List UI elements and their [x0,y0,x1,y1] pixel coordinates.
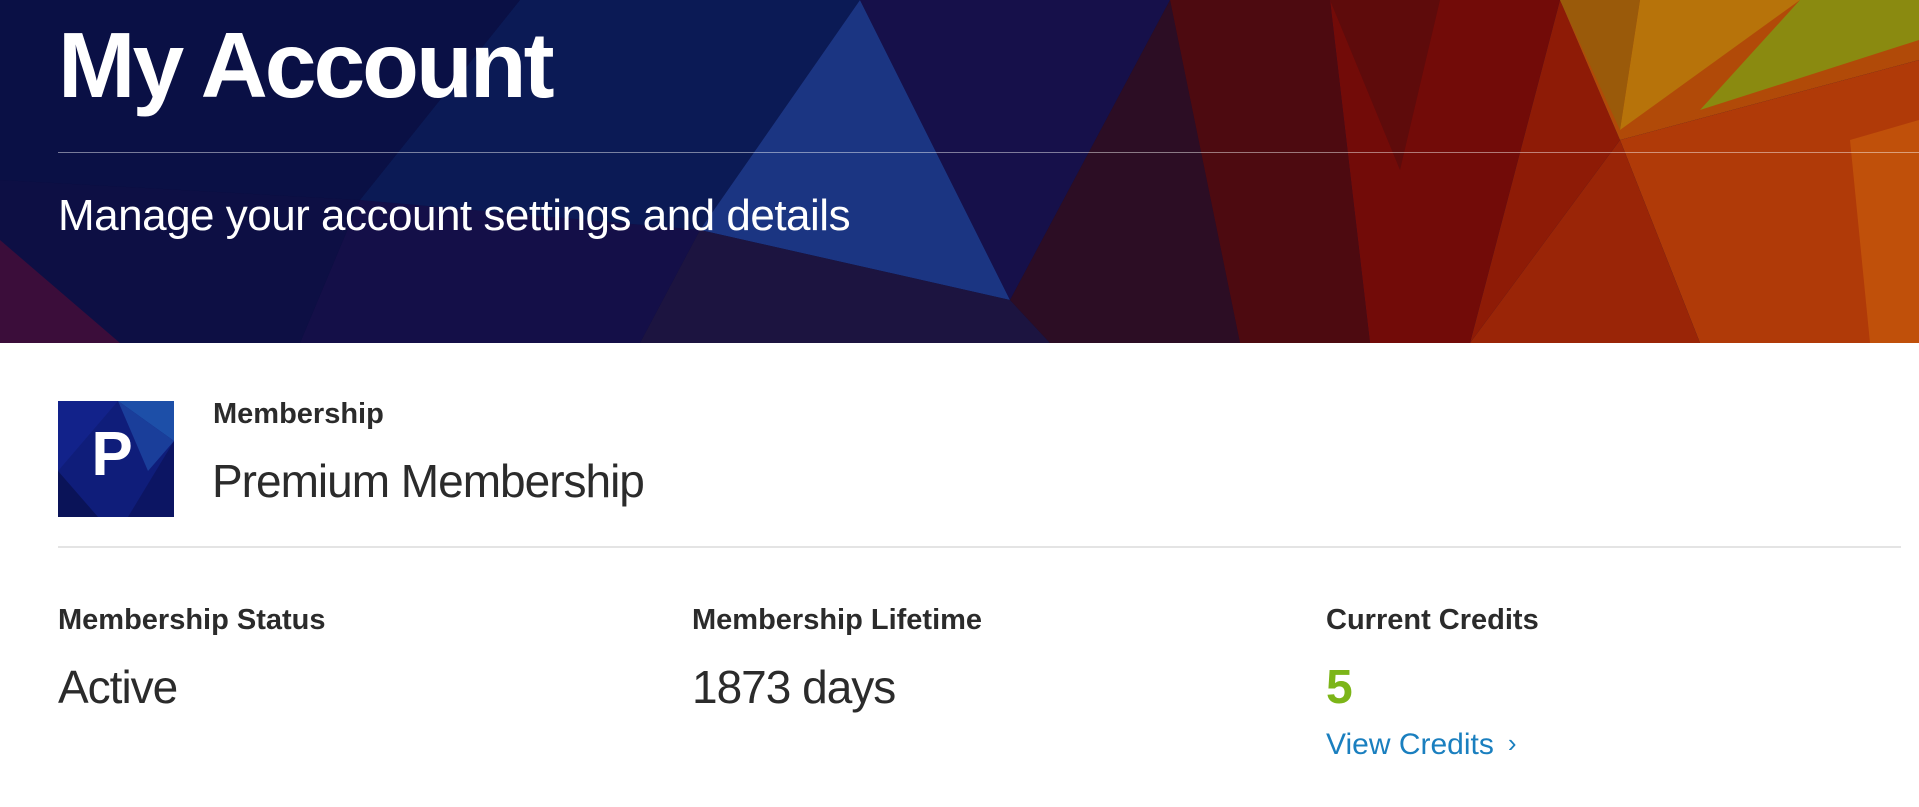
view-credits-label: View Credits [1326,728,1494,761]
membership-plan-logo: P [58,401,174,517]
chevron-right-icon: › [1507,728,1517,758]
account-hero-banner: My Account Manage your account settings … [0,0,1919,343]
membership-status-label: Membership Status [58,604,326,636]
page-subtitle: Manage your account settings and details [58,191,851,240]
membership-status-value: Active [58,661,178,713]
view-credits-link[interactable]: View Credits › [1326,728,1517,762]
plan-logo-letter: P [91,420,133,489]
membership-lifetime-label: Membership Lifetime [692,604,983,636]
membership-plan-name: Premium Membership [212,455,645,507]
current-credits-label: Current Credits [1326,604,1539,636]
header-divider [58,152,1919,153]
section-divider [58,546,1901,548]
page-title: My Account [58,13,555,117]
membership-lifetime-value: 1873 days [692,661,896,713]
membership-label: Membership [213,398,384,430]
current-credits-value: 5 [1326,661,1353,714]
